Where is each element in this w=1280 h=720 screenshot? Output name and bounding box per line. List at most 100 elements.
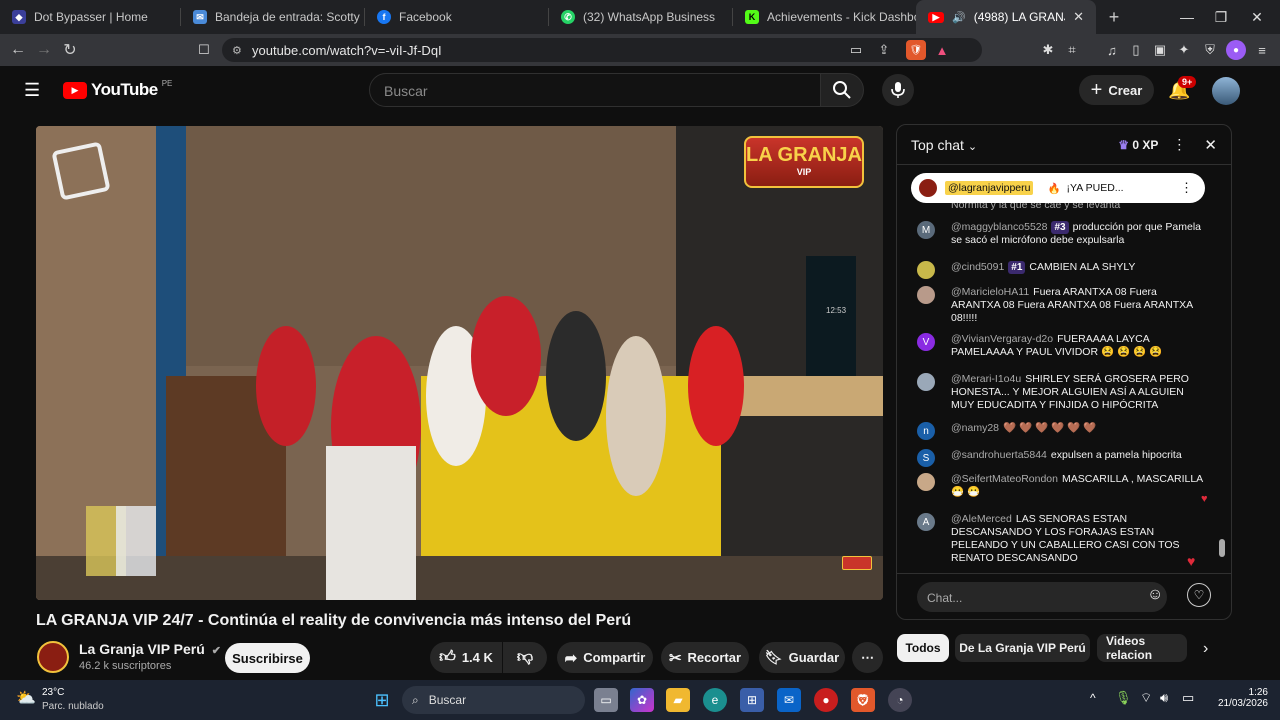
search-button[interactable] <box>820 73 864 107</box>
heart-button-icon[interactable]: ♡ <box>1187 583 1211 607</box>
chat-scrollbar[interactable] <box>1219 169 1225 573</box>
chip-channel[interactable]: De La Granja VIP Perú <box>955 634 1090 662</box>
channel-avatar[interactable] <box>37 641 69 673</box>
copilot-icon[interactable]: ✿ <box>630 688 654 712</box>
speaker-icon[interactable]: 🔊 <box>952 11 966 24</box>
back-icon[interactable]: ← <box>5 41 31 59</box>
new-tab-button[interactable]: + <box>1096 7 1132 28</box>
menu-icon[interactable]: ≡ <box>1252 40 1272 60</box>
sidebar-icon[interactable]: ▯ <box>1126 40 1146 60</box>
chip-related[interactable]: Videos relacion <box>1097 634 1187 662</box>
close-tab-icon[interactable]: ✕ <box>1073 9 1084 25</box>
voice-search-button[interactable] <box>882 74 914 106</box>
battery-icon[interactable]: ▭ <box>1182 690 1194 706</box>
weather-icon[interactable]: ⛅ <box>16 688 36 708</box>
channel-name-row[interactable]: La Granja VIP Perú ✔ <box>79 641 221 657</box>
screenshot-icon[interactable]: ⌗ <box>1062 40 1082 60</box>
pinned-message[interactable]: @lagranjavipperu 🔥 ¡YA PUED... ⋮ <box>911 173 1205 203</box>
brave-shield-icon[interactable]: 🛡 <box>906 40 926 60</box>
subscriber-count: 46.2 k suscriptores <box>79 660 172 672</box>
music-icon[interactable]: ♫ <box>1102 40 1122 60</box>
close-chat-icon[interactable]: ✕ <box>1204 136 1217 154</box>
avatar: A <box>917 513 935 531</box>
share-icon[interactable]: ⇪ <box>874 40 894 60</box>
save-button[interactable]: 🔖︎ Guardar <box>759 642 845 673</box>
bookmark-icon[interactable]: ☐ <box>194 40 214 60</box>
youtube-icon: ▶ <box>928 11 944 23</box>
search-input[interactable]: Buscar <box>369 73 821 107</box>
chat-username[interactable]: @AleMerced <box>951 513 1012 525</box>
notifications-button[interactable]: 🔔 9+ <box>1168 76 1197 101</box>
heart-reaction-icon: ♥ <box>1187 553 1196 569</box>
clock[interactable]: 1:26 21/03/2026 <box>1212 687 1268 709</box>
store-icon[interactable]: ⊞ <box>740 688 764 712</box>
xp-badge[interactable]: ♛ 0 XP <box>1118 138 1158 152</box>
task-view-icon[interactable]: ▭ <box>594 688 618 712</box>
app-icon[interactable]: ◔ <box>888 688 912 712</box>
app-icon[interactable]: ● <box>814 688 838 712</box>
tray-chevron-icon[interactable]: ^ <box>1090 691 1096 705</box>
video-player[interactable]: LA GRANJA VIP 12:53 <box>36 126 883 600</box>
chip-todos[interactable]: Todos <box>897 634 949 662</box>
scrollbar-thumb[interactable] <box>1219 539 1225 557</box>
plus-icon: + <box>1090 78 1103 101</box>
chat-mode-selector[interactable]: Top chat ⌄ <box>911 137 977 153</box>
chat-username[interactable]: @SeifertMateoRondon <box>951 473 1058 485</box>
pinned-username: @lagranjavipperu <box>945 181 1034 195</box>
chat-username[interactable]: @sandrohuerta5844 <box>951 449 1047 461</box>
pinned-more-icon[interactable]: ⋮ <box>1180 180 1193 196</box>
tab-facebook[interactable]: f Facebook <box>365 0 548 34</box>
rewards-icon[interactable]: ▲ <box>932 40 952 60</box>
cast-icon[interactable]: ▭ <box>846 40 866 60</box>
url-field[interactable]: ⚙ youtube.com/watch?v=-viI-Jf-DqI <box>222 38 982 62</box>
taskbar-search[interactable]: ⌕ Buscar <box>402 686 585 714</box>
chat-username[interactable]: @cind5091 <box>951 261 1004 273</box>
volume-icon[interactable]: 🔊︎ <box>1160 690 1168 706</box>
edge-icon[interactable]: e <box>703 688 727 712</box>
like-button[interactable]: 👍︎ 1.4 K <box>430 642 502 673</box>
profile-icon[interactable]: ● <box>1226 40 1246 60</box>
wifi-icon[interactable]: ⌔ <box>1140 690 1152 706</box>
emoji-icon[interactable]: ☺ <box>1147 586 1163 604</box>
leo-ai-icon[interactable]: ✦ <box>1174 40 1194 60</box>
windows-start-icon[interactable]: ⊞ <box>370 688 394 712</box>
mic-tray-icon[interactable]: 🎙︎ <box>1115 690 1132 706</box>
chat-username[interactable]: @VivianVergaray-d2o <box>951 333 1053 345</box>
clip-button[interactable]: ✂ Recortar <box>661 642 749 673</box>
tab-whatsapp[interactable]: ✆ (32) WhatsApp Business <box>549 0 732 34</box>
close-window-icon[interactable]: ✕ <box>1234 0 1280 34</box>
wallet-icon[interactable]: ▣ <box>1150 40 1170 60</box>
more-actions-button[interactable]: ⋯ <box>852 642 883 673</box>
chat-more-icon[interactable]: ⋮ <box>1172 136 1186 153</box>
subscribe-button[interactable]: Suscribirse <box>225 643 310 673</box>
hamburger-icon[interactable]: ☰ <box>24 80 40 101</box>
outlook-icon[interactable]: ✉ <box>777 688 801 712</box>
tab-kick[interactable]: K Achievements - Kick Dashboard <box>733 0 916 34</box>
tab-dot-bypasser[interactable]: ◆ Dot Bypasser | Home <box>0 0 180 34</box>
reload-icon[interactable]: ↻ <box>57 40 83 60</box>
tab-mail[interactable]: ✉ Bandeja de entrada: Scotty Insc <box>181 0 364 34</box>
chat-input[interactable]: Chat... <box>917 582 1167 612</box>
brave-icon[interactable]: 🦁︎ <box>851 688 875 712</box>
tab-youtube-active[interactable]: ▶ 🔊 (4988) LA GRANJA VIP 2 ✕ <box>916 0 1096 34</box>
facebook-icon: f <box>377 10 391 24</box>
channel-name[interactable]: La Granja VIP Perú <box>79 641 205 657</box>
create-button[interactable]: + Crear <box>1079 75 1154 105</box>
chat-username[interactable]: @Merari-I1o4u <box>951 373 1021 385</box>
avatar[interactable] <box>1212 77 1240 105</box>
vpn-icon[interactable]: ⛨ <box>1200 40 1220 60</box>
chat-username[interactable]: @namy28 <box>951 422 999 434</box>
youtube-logo[interactable]: ▶ YouTube PE <box>63 79 172 100</box>
share-button[interactable]: ➦ Compartir <box>557 642 653 673</box>
chevron-right-icon[interactable]: › <box>1203 640 1208 658</box>
chat-username[interactable]: @MaricieloHA11 <box>951 286 1029 298</box>
share-arrow-icon: ➦ <box>564 649 578 667</box>
file-explorer-icon[interactable]: ▰ <box>666 688 690 712</box>
site-info-icon[interactable]: ⚙ <box>232 44 242 57</box>
chat-message: @MaricieloHA11 Fuera ARANTXA 08 Fuera ARA… <box>917 286 1207 325</box>
dislike-button[interactable]: 👎︎ <box>503 642 547 673</box>
extensions-icon[interactable]: ✱ <box>1038 40 1058 60</box>
avatar <box>917 473 935 491</box>
chat-username[interactable]: @maggyblanco5528 <box>951 221 1047 233</box>
forward-icon[interactable]: → <box>31 41 57 59</box>
